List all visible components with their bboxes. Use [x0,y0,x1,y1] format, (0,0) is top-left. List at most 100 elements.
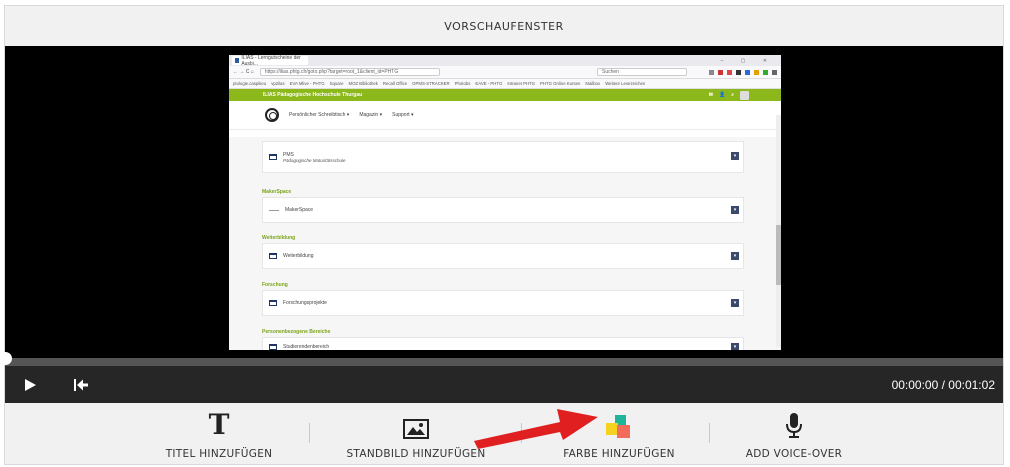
color-squares-icon [606,415,630,438]
word-icon [745,69,750,75]
bookmark-item: EAVE - PHTG [475,81,503,86]
add-voice-over-button[interactable]: ADD VOICE-OVER [714,403,874,464]
browser-tab: ILIAS - Lerngutscheine der Ausbi... [232,55,308,67]
bookmark-item: ptologie.caspikeu [233,81,267,86]
search-icon: ⌕ [731,92,734,98]
makerspace-logo-icon [269,209,279,211]
section-title: Personenbezogene Bereiche [262,329,331,335]
browser-tab-bar: ILIAS - Lerngutscheine der Ausbi... – ▢ … [229,55,781,67]
folder-icon [269,154,277,160]
site-nav-item-support: Support ▾ [392,112,414,118]
play-icon [24,378,36,391]
add-title-icon-wrap: T [209,409,230,439]
section-title: Weiterbildung [262,235,296,241]
editor-toolbar: T TITEL HINZUFÜGEN STANDBILD HINZUFÜGEN [5,403,1003,464]
expand-icon: ▾ [731,252,739,260]
toolbar-divider [309,423,310,443]
browser-search-text: Suchen [602,69,619,75]
folder-icon [269,344,277,350]
timeline-progress-bar[interactable] [0,352,1003,366]
favicon-icon [235,58,240,63]
bookmark-item: PHTG Online Kursen [540,81,581,86]
player-controls: 00:00:00 / 00:01:02 [5,366,1003,403]
bookmark-item: Square [329,81,344,86]
list-item-title: MakerSpace [285,207,314,213]
list-item-title: Studierendenbereich [283,344,330,350]
browser-toolbar-icons [709,69,777,75]
list-item-subtitle: Pädagogische Maturitätsschule [283,157,346,163]
bookmark-item: OPMS-STRACKER [412,81,450,86]
bookmarks-bar: ptologie.caspikeu vp2ilas EVA Mlive - PHTG… [229,79,781,89]
list-item-title: Forschungsprojekte [283,300,327,306]
addon-icon [727,69,732,75]
timeline-scrubber-handle[interactable] [0,352,12,365]
add-color-label: FARBE HINZUFÜGEN [563,448,675,460]
avatar [740,90,749,100]
folder-icon [269,300,277,306]
preview-window-header: VORSCHAUFENSTER [5,6,1003,46]
bookmark-item: Intranet PHTG [507,81,536,86]
toolbar-divider [709,423,710,443]
browser-url-field: https://ilias.phtg.ch/goto.php?target=ro… [259,68,440,76]
bookmark-item: vp2ilas [271,81,285,86]
user-icon: 👤 [718,92,726,98]
bookmark-item: Photobs [454,81,471,86]
list-item-forschung: Forschungsprojekte ▾ [262,290,744,316]
add-voice-over-icon-wrap [785,409,803,439]
menu-icon [772,69,777,75]
list-item-weiterbildung: Weiterbildung ▾ [262,243,744,269]
page-scrollbar-thumb [776,225,781,285]
section-title: Forschung [262,282,288,288]
video-stage[interactable]: ILIAS - Lerngutscheine der Ausbi... – ▢ … [5,46,1003,358]
browser-tab-title: ILIAS - Lerngutscheine der Ausbi... [241,55,301,67]
add-still-image-icon-wrap [403,409,429,439]
expand-icon: ▾ [731,299,739,307]
site-content: PMS Pädagogische Maturitätsschule ▾ Make… [229,137,781,350]
folder-icon [269,253,277,259]
list-item-text: PMS Pädagogische Maturitätsschule [283,152,346,163]
site-nav-item-desk: Persönlicher Schreibtisch ▾ [289,112,350,118]
list-item-studierende: Studierendenbereich ▾ [262,337,744,350]
mail-icon: ✉ [708,92,713,98]
section-title: MakerSpace [262,189,292,195]
add-color-icon-wrap [606,409,632,439]
text-icon: T [208,408,230,441]
expand-icon: ▾ [731,206,739,214]
playback-time: 00:00:00 / 00:01:02 [891,377,995,392]
nav-arrows-icon: ← → C ⌂ [233,69,254,75]
play-button[interactable] [19,366,41,403]
preview-screenshot: ILIAS - Lerngutscheine der Ausbi... – ▢ … [229,55,781,350]
expand-icon: ▾ [731,343,739,350]
image-icon [403,419,429,439]
bookmark-item: EVA Mlive - PHTG [289,81,325,86]
add-still-image-label: STANDBILD HINZUFÜGEN [346,448,486,460]
notes-icon [754,69,759,75]
library-icon [709,69,714,75]
site-org-name: ILIAS Pädagogische Hochschule Thurgau [263,92,363,98]
browser-url-text: https://ilias.phtg.ch/goto.php?target=ro… [264,69,399,75]
add-color-button[interactable]: FARBE HINZUFÜGEN [539,403,699,464]
expand-icon: ▾ [731,152,739,160]
sheet-icon [763,69,768,75]
preview-window-title: VORSCHAUFENSTER [444,19,564,33]
add-still-image-button[interactable]: STANDBILD HINZUFÜGEN [336,403,496,464]
bookmark-item: Weitere Lesezeichen [605,81,646,86]
skip-to-start-button[interactable] [69,366,93,403]
window-controls: – ▢ ✕ [720,57,775,64]
browser-url-bar: ← → C ⌂ https://ilias.phtg.ch/goto.php?t… [229,66,781,79]
list-item-makerspace: MakerSpace ▾ [262,197,744,223]
site-logo-icon [265,108,279,122]
add-title-label: TITEL HINZUFÜGEN [165,448,273,460]
site-nav-item-magazin: Magazin ▾ [359,112,383,118]
browser-search-field: Suchen [597,68,687,76]
add-title-button[interactable]: T TITEL HINZUFÜGEN [139,403,299,464]
site-header-icons: ✉ 👤 ⌕ [708,90,749,100]
shield-icon [736,69,741,75]
add-voice-over-label: ADD VOICE-OVER [745,448,843,460]
pocket-icon [718,69,723,75]
video-editor: VORSCHAUFENSTER ILIAS - Lerngutscheine d… [0,5,1004,465]
bookmark-item: Mailbox [585,81,601,86]
skip-to-start-icon [74,378,88,391]
bookmark-item: Recall Office [382,81,408,86]
toolbar-divider [521,423,522,443]
